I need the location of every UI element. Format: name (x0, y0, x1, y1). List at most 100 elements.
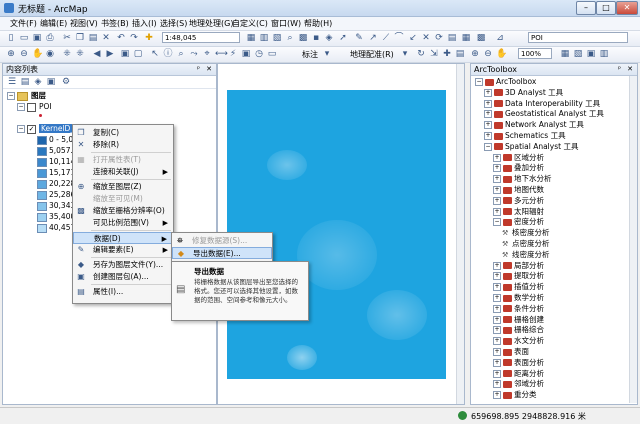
menu-bookmarks[interactable]: 书签(B) (101, 18, 129, 29)
list-by-source-icon[interactable]: ▤ (20, 77, 30, 87)
list-by-selection-icon[interactable]: ▣ (46, 77, 56, 87)
toolbox-scrollbar[interactable] (629, 76, 637, 403)
menu-selection[interactable]: 选择(S) (160, 18, 187, 29)
maximize-button[interactable]: □ (596, 1, 616, 15)
expand-icon[interactable]: + (493, 153, 501, 162)
sketch-properties-icon[interactable]: ▦ (461, 33, 471, 43)
fixed-zoom-in-icon[interactable]: ⁜ (62, 49, 72, 59)
toolbox-node[interactable]: + 叠加分析 (493, 163, 544, 173)
toolbox-node[interactable]: + Data Interoperability 工具 (484, 99, 600, 109)
expand-icon[interactable]: + (493, 196, 501, 205)
view-link-table-icon[interactable]: ▤ (455, 49, 465, 59)
expand-icon[interactable]: + (493, 272, 501, 281)
expand-icon[interactable]: + (493, 283, 501, 292)
print-icon[interactable]: ⎙ (45, 33, 55, 43)
context-menu-item[interactable]: 数据(D) ▶ (73, 232, 173, 244)
zoom-out-icon[interactable]: ⊖ (19, 49, 29, 59)
viewer-window-icon[interactable]: ▭ (267, 49, 277, 59)
collapse-icon[interactable]: − (17, 103, 25, 111)
copy-icon[interactable]: ❐ (75, 33, 85, 43)
map-vertical-scrollbar[interactable] (456, 64, 464, 404)
toolbox-node[interactable]: + 重分类 (493, 390, 537, 400)
expand-icon[interactable]: + (493, 294, 501, 302)
undo-icon[interactable]: ↶ (116, 33, 126, 43)
context-menu-item[interactable]: 缩放至可见(M) (73, 193, 173, 205)
toolbox-node[interactable]: + 插值分析 (493, 282, 544, 292)
label-manager-icon[interactable]: ▾ (322, 49, 332, 59)
toolbox-node[interactable]: + 地图代数 (493, 185, 544, 195)
rotate-icon[interactable]: ⟳ (434, 33, 444, 43)
toolbox-node[interactable]: + 表面 (493, 347, 529, 357)
toolbox-node[interactable]: + Network Analyst 工具 (484, 120, 584, 130)
fixed-zoom-out-icon[interactable]: ⁜ (75, 49, 85, 59)
toolbox-tool[interactable]: ⚒ 线密度分析 (502, 250, 550, 260)
toolbox-node[interactable]: + 地下水分析 (493, 174, 552, 184)
html-popup-icon[interactable]: ▣ (241, 49, 251, 59)
context-menu-item[interactable]: ❐ 复制(C) (73, 127, 173, 139)
toolbox-node[interactable]: + 局部分析 (493, 261, 544, 271)
options-icon[interactable]: ⚙ (61, 77, 71, 87)
expand-icon[interactable]: + (484, 132, 492, 140)
layout-zoom-out-icon[interactable]: ⊖ (483, 49, 493, 59)
forward-icon[interactable]: ▶ (105, 49, 115, 59)
search-window-icon[interactable]: ⌕ (285, 33, 295, 43)
find-icon[interactable]: ⌕ (176, 49, 186, 59)
rotate-tool-icon[interactable]: ↻ (416, 49, 426, 59)
toolbox-tool[interactable]: ⚒ 点密度分析 (502, 239, 550, 249)
expand-icon[interactable]: + (493, 337, 501, 346)
visibility-checkbox-checked[interactable]: ✓ (27, 124, 36, 134)
pin-icon[interactable]: ᵖ (197, 64, 200, 75)
measure-icon[interactable]: ⟷ (215, 49, 228, 59)
menu-export-data[interactable]: ◆ 导出数据(E)... (172, 247, 272, 259)
close-window-button[interactable]: ✕ (616, 1, 638, 15)
back-icon[interactable]: ◀ (92, 49, 102, 59)
menu-windows[interactable]: 窗口(W) (271, 18, 301, 29)
georeferencing-menu[interactable]: 地理配准(R) (350, 49, 394, 60)
new-document-icon[interactable]: ▯ (6, 33, 16, 43)
expand-icon[interactable]: + (484, 121, 492, 130)
cut-icon[interactable]: ✂ (62, 33, 72, 43)
expand-icon[interactable]: + (493, 326, 501, 335)
open-folder-icon[interactable]: ▭ (19, 33, 29, 43)
python-icon[interactable]: ▪ (311, 33, 321, 43)
vertex-icon[interactable]: ⌒ (394, 33, 404, 43)
editor-tool-icon[interactable]: ✎ (354, 33, 364, 43)
context-menu-item[interactable]: ▣ 创建图层包(A)... (73, 271, 173, 283)
context-menu-item[interactable]: ✎ 编辑要素(E) ▶ (73, 244, 173, 256)
expand-icon[interactable]: + (493, 207, 501, 216)
toolbox-tool[interactable]: ⚒ 核密度分析 (502, 228, 550, 238)
menu-insert[interactable]: 插入(I) (132, 18, 157, 29)
collapse-icon[interactable]: − (17, 125, 25, 133)
attributes-icon[interactable]: ▤ (447, 33, 457, 43)
context-menu-item[interactable]: 可见比例范围(V) ▶ (73, 217, 173, 229)
expand-icon[interactable]: + (493, 315, 501, 324)
create-features-icon[interactable]: ▩ (476, 33, 486, 43)
toolbox-node[interactable]: + 栅格综合 (493, 325, 544, 335)
split-icon[interactable]: ✕ (421, 33, 431, 43)
select-arrow-icon[interactable]: ↖ (150, 49, 160, 59)
select-elements-icon[interactable]: ⊿ (495, 33, 505, 43)
toolbox-node[interactable]: + 太阳辐射 (493, 207, 544, 217)
expand-icon[interactable]: + (493, 164, 501, 173)
expand-icon[interactable]: + (493, 380, 501, 389)
minimize-button[interactable]: – (576, 1, 596, 15)
identify-icon[interactable]: ⓘ (163, 49, 173, 59)
editor-icon[interactable]: ▦ (246, 33, 256, 43)
layout-pan-icon[interactable]: ✋ (496, 49, 507, 59)
menu-repair-data-source[interactable]: ⛯ 修复数据源(S)... (172, 235, 272, 247)
control-points-icon[interactable]: ✚ (442, 49, 452, 59)
toolbox-node[interactable]: + 区域分析 (493, 153, 544, 163)
toolbox-node[interactable]: + 栅格创建 (493, 315, 544, 325)
expand-icon[interactable]: + (493, 304, 501, 313)
expand-icon[interactable]: + (493, 175, 501, 184)
context-menu-item[interactable]: ◆ 另存为图层文件(Y)... (73, 259, 173, 271)
hyperlink-icon[interactable]: ⚡ (228, 49, 238, 59)
time-slider-icon[interactable]: ◷ (254, 49, 264, 59)
context-menu-item[interactable]: ▩ 缩放至栅格分辨率(O) (73, 205, 173, 217)
help-arrow-icon[interactable]: ➚ (338, 33, 348, 43)
toolbox-node[interactable]: + 提取分析 (493, 271, 544, 281)
collapse-icon[interactable]: − (484, 142, 492, 151)
target-layer-select[interactable]: POI (528, 32, 628, 43)
context-menu-item[interactable]: ⊕ 缩放至图层(Z) (73, 181, 173, 193)
list-by-visibility-icon[interactable]: ◈ (33, 77, 43, 87)
